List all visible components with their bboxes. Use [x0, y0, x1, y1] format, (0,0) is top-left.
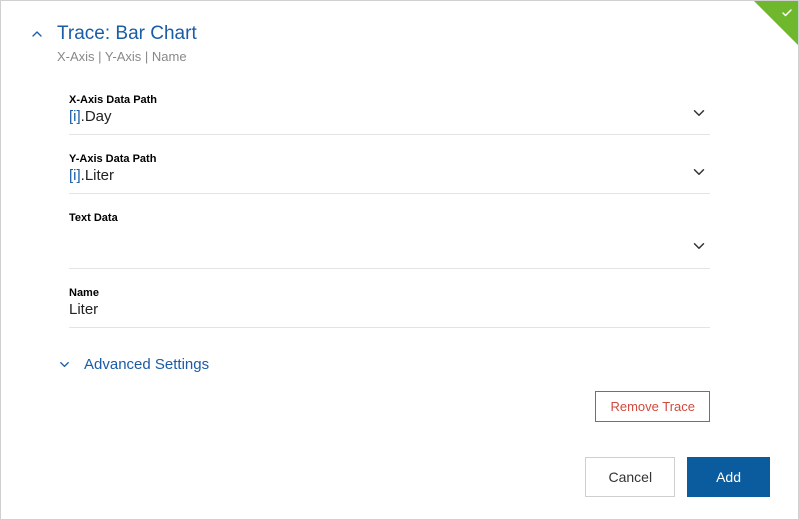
chevron-down-icon: [57, 357, 72, 372]
name-label: Name: [69, 287, 710, 299]
text-data-label: Text Data: [69, 212, 710, 224]
advanced-settings-toggle[interactable]: Advanced Settings: [57, 356, 770, 373]
chevron-down-icon[interactable]: [690, 104, 708, 127]
y-axis-value: [i].Liter: [69, 167, 710, 185]
x-axis-suffix: .Day: [81, 108, 112, 125]
text-data-field[interactable]: Text Data: [69, 204, 710, 269]
panel-subtitle: X-Axis | Y-Axis | Name: [57, 49, 770, 64]
add-button[interactable]: Add: [687, 457, 770, 497]
x-axis-field[interactable]: X-Axis Data Path [i].Day: [69, 86, 710, 135]
y-axis-token: [i]: [69, 167, 81, 184]
y-axis-field[interactable]: Y-Axis Data Path [i].Liter: [69, 145, 710, 194]
chevron-down-icon[interactable]: [690, 237, 708, 260]
remove-trace-button[interactable]: Remove Trace: [595, 391, 710, 422]
y-axis-suffix: .Liter: [81, 167, 114, 184]
text-data-value: [69, 226, 710, 244]
x-axis-token: [i]: [69, 108, 81, 125]
cancel-button[interactable]: Cancel: [585, 457, 675, 497]
name-value: Liter: [69, 301, 710, 319]
chevron-up-icon[interactable]: [29, 26, 45, 42]
chevron-down-icon[interactable]: [690, 163, 708, 186]
name-field[interactable]: Name Liter: [69, 279, 710, 328]
x-axis-value: [i].Day: [69, 108, 710, 126]
corner-badge: [754, 1, 798, 45]
y-axis-label: Y-Axis Data Path: [69, 153, 710, 165]
x-axis-label: X-Axis Data Path: [69, 94, 710, 106]
panel-title: Trace: Bar Chart: [57, 23, 197, 45]
advanced-settings-label: Advanced Settings: [84, 356, 209, 373]
